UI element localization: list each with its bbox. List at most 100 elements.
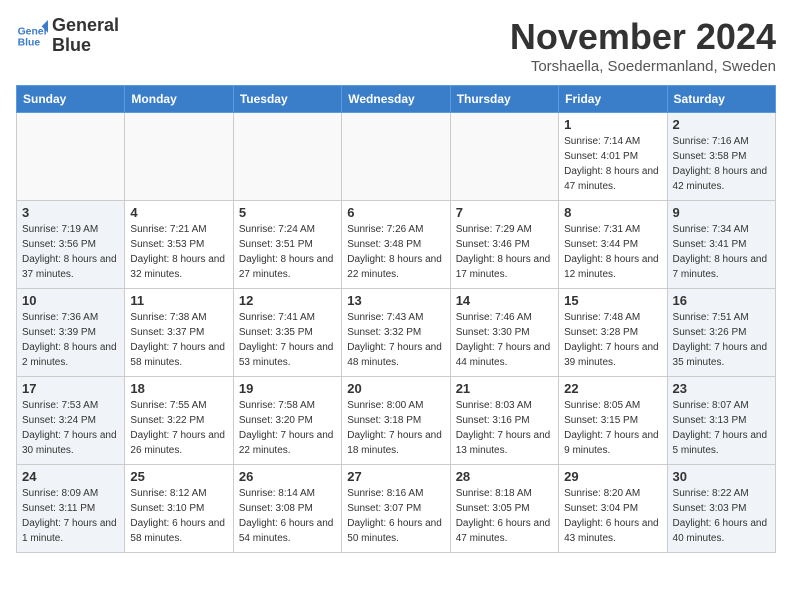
day-info: Sunrise: 8:18 AMSunset: 3:05 PMDaylight:… <box>456 486 553 546</box>
calendar-cell <box>342 113 450 201</box>
calendar-cell: 6Sunrise: 7:26 AMSunset: 3:48 PMDaylight… <box>342 201 450 289</box>
day-info: Sunrise: 7:16 AMSunset: 3:58 PMDaylight:… <box>673 134 770 194</box>
day-info: Sunrise: 8:03 AMSunset: 3:16 PMDaylight:… <box>456 398 553 458</box>
weekday-header: Sunday <box>17 86 125 113</box>
calendar-cell: 20 Sunrise: 8:00 AMSunset: 3:18 PMDayligh… <box>342 377 450 465</box>
day-info: Sunrise: 8:00 AMSunset: 3:18 PMDaylight:… <box>347 398 444 458</box>
week-row: 1Sunrise: 7:14 AMSunset: 4:01 PMDaylight… <box>17 113 776 201</box>
day-info: Sunrise: 8:05 AMSunset: 3:15 PMDaylight:… <box>564 398 661 458</box>
day-number: 23 <box>673 381 770 396</box>
calendar-cell: 1Sunrise: 7:14 AMSunset: 4:01 PMDaylight… <box>559 113 667 201</box>
calendar-cell: 22 Sunrise: 8:05 AMSunset: 3:15 PMDayligh… <box>559 377 667 465</box>
day-info: Sunrise: 8:22 AMSunset: 3:03 PMDaylight:… <box>673 486 770 546</box>
day-info: Sunrise: 7:34 AMSunset: 3:41 PMDaylight:… <box>673 222 770 282</box>
day-number: 7 <box>456 205 553 220</box>
day-number: 5 <box>239 205 336 220</box>
day-number: 25 <box>130 469 227 484</box>
logo-icon: General Blue <box>16 20 48 52</box>
location-subtitle: Torshaella, Soedermanland, Sweden <box>510 58 776 75</box>
calendar-cell: 16 Sunrise: 7:51 AMSunset: 3:26 PMDayligh… <box>667 289 775 377</box>
day-info: Sunrise: 7:43 AMSunset: 3:32 PMDaylight:… <box>347 310 444 370</box>
logo-text: General Blue <box>52 16 119 56</box>
day-number: 16 <box>673 293 770 308</box>
day-number: 11 <box>130 293 227 308</box>
day-number: 2 <box>673 117 770 132</box>
calendar-cell: 26Sunrise: 8:14 AMSunset: 3:08 PMDayligh… <box>233 465 341 553</box>
calendar-cell: 14 Sunrise: 7:46 AMSunset: 3:30 PMDayligh… <box>450 289 558 377</box>
calendar-cell: 24 Sunrise: 8:09 AMSunset: 3:11 PMDayligh… <box>17 465 125 553</box>
day-info: Sunrise: 7:55 AMSunset: 3:22 PMDaylight:… <box>130 398 227 458</box>
day-number: 8 <box>564 205 661 220</box>
calendar-cell: 2 Sunrise: 7:16 AMSunset: 3:58 PMDaylight… <box>667 113 775 201</box>
day-info: Sunrise: 7:21 AMSunset: 3:53 PMDaylight:… <box>130 222 227 282</box>
calendar-cell: 21 Sunrise: 8:03 AMSunset: 3:16 PMDayligh… <box>450 377 558 465</box>
weekday-header: Monday <box>125 86 233 113</box>
day-info: Sunrise: 7:51 AMSunset: 3:26 PMDaylight:… <box>673 310 770 370</box>
day-info: Sunrise: 8:09 AMSunset: 3:11 PMDaylight:… <box>22 486 119 546</box>
calendar-cell: 10Sunrise: 7:36 AMSunset: 3:39 PMDayligh… <box>17 289 125 377</box>
calendar-cell <box>125 113 233 201</box>
calendar-cell: 12 Sunrise: 7:41 AMSunset: 3:35 PMDayligh… <box>233 289 341 377</box>
day-number: 29 <box>564 469 661 484</box>
calendar-cell: 25 Sunrise: 8:12 AMSunset: 3:10 PMDayligh… <box>125 465 233 553</box>
calendar-cell: 30 Sunrise: 8:22 AMSunset: 3:03 PMDayligh… <box>667 465 775 553</box>
calendar-cell: 5 Sunrise: 7:24 AMSunset: 3:51 PMDaylight… <box>233 201 341 289</box>
day-info: Sunrise: 7:41 AMSunset: 3:35 PMDaylight:… <box>239 310 336 370</box>
day-info: Sunrise: 8:14 AMSunset: 3:08 PMDaylight:… <box>239 486 336 546</box>
day-number: 28 <box>456 469 553 484</box>
day-number: 12 <box>239 293 336 308</box>
calendar-cell <box>450 113 558 201</box>
day-number: 19 <box>239 381 336 396</box>
calendar-cell: 7 Sunrise: 7:29 AMSunset: 3:46 PMDaylight… <box>450 201 558 289</box>
day-number: 14 <box>456 293 553 308</box>
logo: General Blue General Blue <box>16 16 119 56</box>
weekday-header-row: SundayMondayTuesdayWednesdayThursdayFrid… <box>17 86 776 113</box>
day-number: 30 <box>673 469 770 484</box>
calendar-cell: 4Sunrise: 7:21 AMSunset: 3:53 PMDaylight… <box>125 201 233 289</box>
title-block: November 2024 Torshaella, Soedermanland,… <box>510 16 776 75</box>
day-info: Sunrise: 8:12 AMSunset: 3:10 PMDaylight:… <box>130 486 227 546</box>
calendar-cell: 23Sunrise: 8:07 AMSunset: 3:13 PMDayligh… <box>667 377 775 465</box>
calendar-cell: 11 Sunrise: 7:38 AMSunset: 3:37 PMDayligh… <box>125 289 233 377</box>
day-info: Sunrise: 7:31 AMSunset: 3:44 PMDaylight:… <box>564 222 661 282</box>
day-number: 17 <box>22 381 119 396</box>
calendar-cell: 17 Sunrise: 7:53 AMSunset: 3:24 PMDayligh… <box>17 377 125 465</box>
calendar-table: SundayMondayTuesdayWednesdayThursdayFrid… <box>16 85 776 553</box>
calendar-cell <box>233 113 341 201</box>
day-info: Sunrise: 7:53 AMSunset: 3:24 PMDaylight:… <box>22 398 119 458</box>
calendar-cell: 8 Sunrise: 7:31 AMSunset: 3:44 PMDaylight… <box>559 201 667 289</box>
calendar-cell: 29Sunrise: 8:20 AMSunset: 3:04 PMDayligh… <box>559 465 667 553</box>
calendar-cell: 15 Sunrise: 7:48 AMSunset: 3:28 PMDayligh… <box>559 289 667 377</box>
calendar-cell: 3Sunrise: 7:19 AMSunset: 3:56 PMDaylight… <box>17 201 125 289</box>
day-info: Sunrise: 7:24 AMSunset: 3:51 PMDaylight:… <box>239 222 336 282</box>
day-number: 13 <box>347 293 444 308</box>
day-info: Sunrise: 7:46 AMSunset: 3:30 PMDaylight:… <box>456 310 553 370</box>
calendar-cell: 9Sunrise: 7:34 AMSunset: 3:41 PMDaylight… <box>667 201 775 289</box>
day-number: 21 <box>456 381 553 396</box>
day-info: Sunrise: 7:38 AMSunset: 3:37 PMDaylight:… <box>130 310 227 370</box>
day-info: Sunrise: 7:19 AMSunset: 3:56 PMDaylight:… <box>22 222 119 282</box>
day-info: Sunrise: 7:29 AMSunset: 3:46 PMDaylight:… <box>456 222 553 282</box>
day-info: Sunrise: 7:36 AMSunset: 3:39 PMDaylight:… <box>22 310 119 370</box>
week-row: 17 Sunrise: 7:53 AMSunset: 3:24 PMDayligh… <box>17 377 776 465</box>
day-info: Sunrise: 8:16 AMSunset: 3:07 PMDaylight:… <box>347 486 444 546</box>
weekday-header: Wednesday <box>342 86 450 113</box>
calendar-cell: 27Sunrise: 8:16 AMSunset: 3:07 PMDayligh… <box>342 465 450 553</box>
calendar-cell <box>17 113 125 201</box>
day-number: 1 <box>564 117 661 132</box>
page-header: General Blue General Blue November 2024 … <box>16 16 776 75</box>
month-title: November 2024 <box>510 16 776 58</box>
day-number: 15 <box>564 293 661 308</box>
day-info: Sunrise: 7:26 AMSunset: 3:48 PMDaylight:… <box>347 222 444 282</box>
weekday-header: Friday <box>559 86 667 113</box>
day-info: Sunrise: 7:58 AMSunset: 3:20 PMDaylight:… <box>239 398 336 458</box>
day-number: 22 <box>564 381 661 396</box>
weekday-header: Saturday <box>667 86 775 113</box>
day-info: Sunrise: 7:48 AMSunset: 3:28 PMDaylight:… <box>564 310 661 370</box>
day-number: 20 <box>347 381 444 396</box>
calendar-cell: 19 Sunrise: 7:58 AMSunset: 3:20 PMDayligh… <box>233 377 341 465</box>
svg-text:Blue: Blue <box>18 37 41 48</box>
day-number: 24 <box>22 469 119 484</box>
week-row: 24 Sunrise: 8:09 AMSunset: 3:11 PMDayligh… <box>17 465 776 553</box>
calendar-cell: 18Sunrise: 7:55 AMSunset: 3:22 PMDayligh… <box>125 377 233 465</box>
